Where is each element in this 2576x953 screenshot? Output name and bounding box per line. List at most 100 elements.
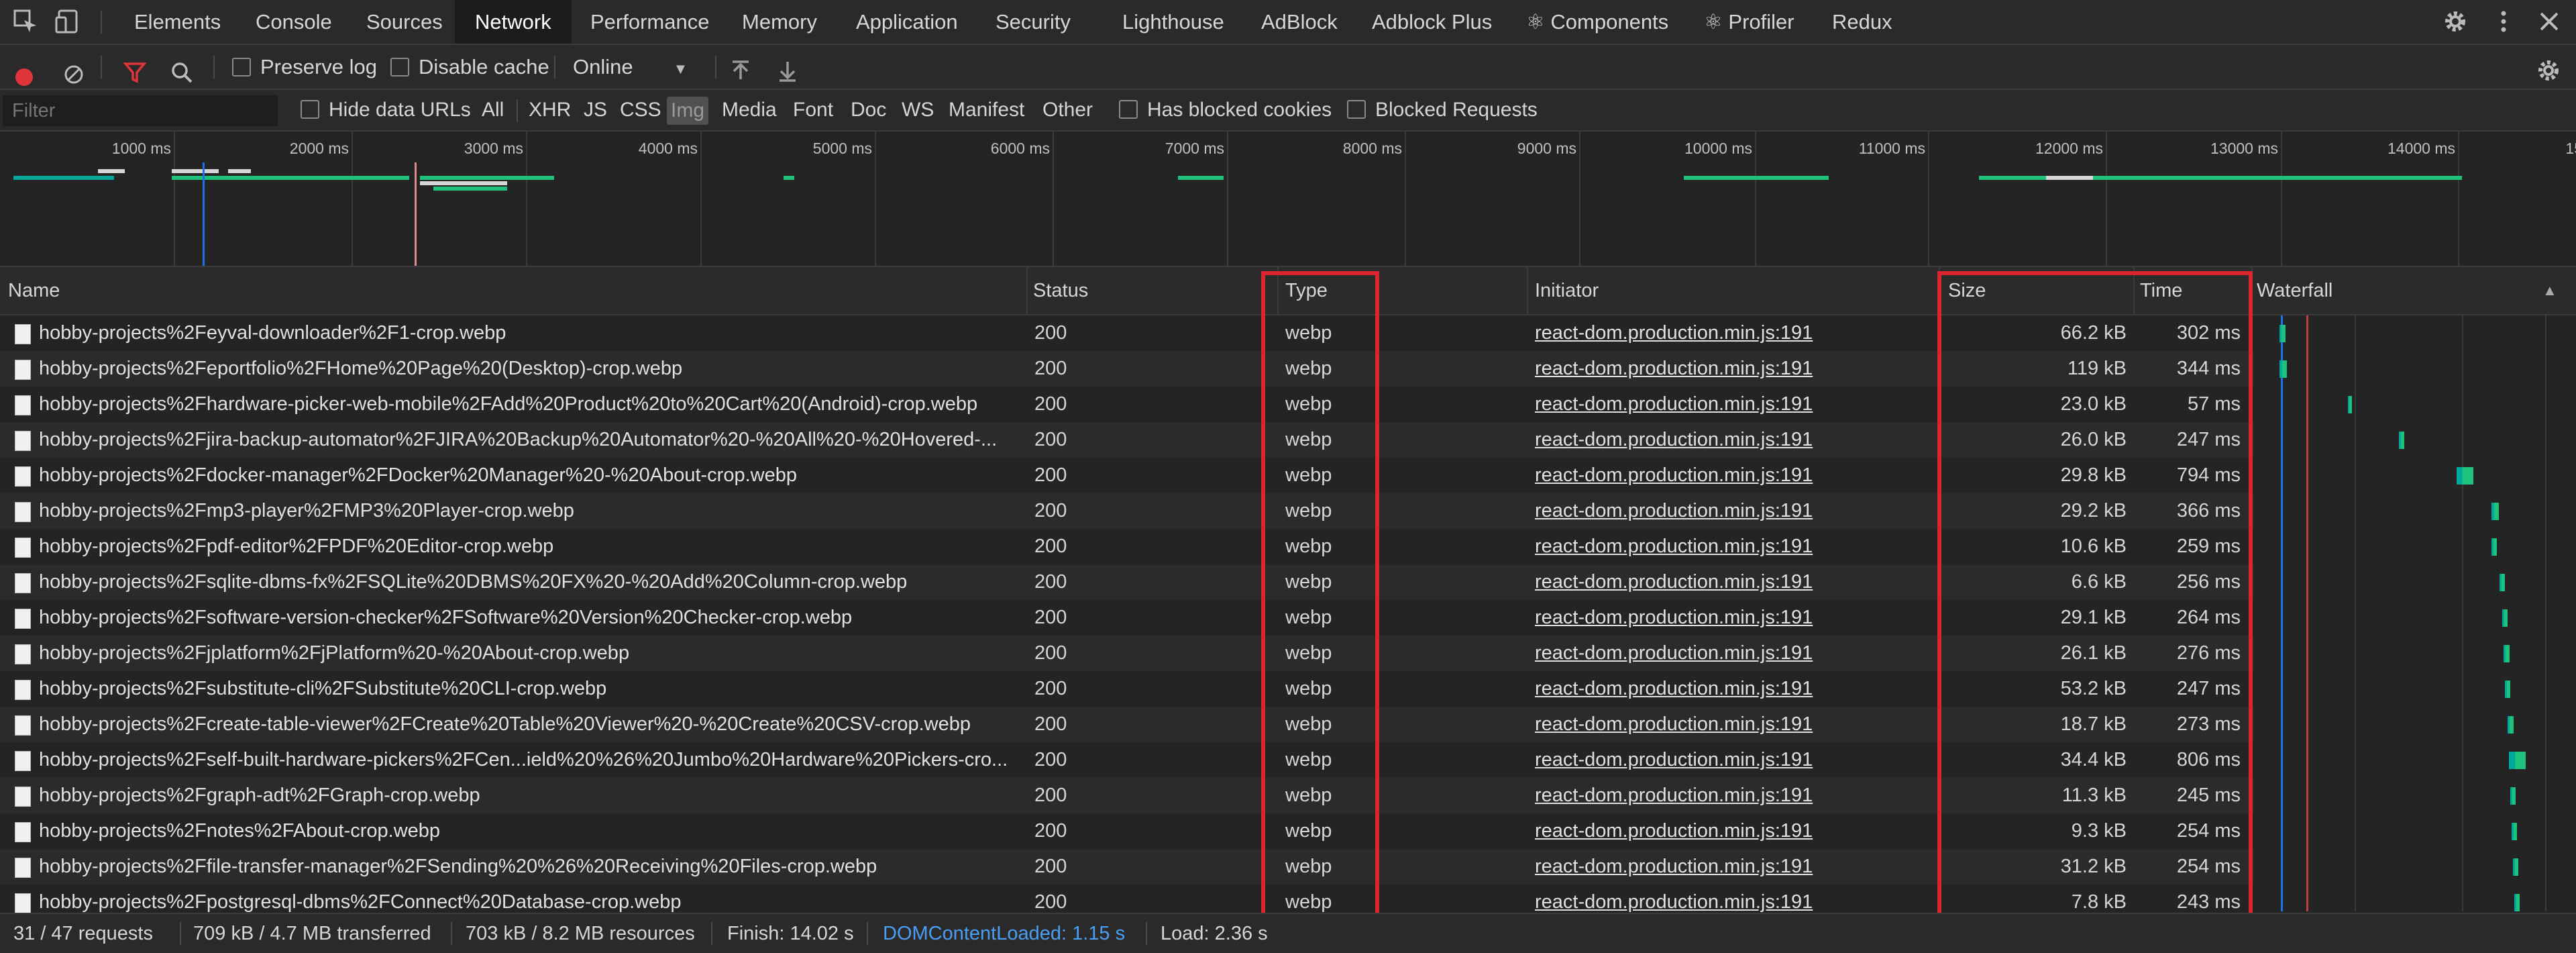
waterfall-bar[interactable] <box>2505 681 2510 698</box>
waterfall-bar[interactable] <box>2457 467 2473 485</box>
table-row[interactable]: hobby-projects%2Fsubstitute-cli%2FSubsti… <box>0 671 2254 707</box>
column-header-status[interactable]: Status <box>1033 267 1088 314</box>
table-row[interactable]: hobby-projects%2Fgraph-adt%2FGraph-crop.… <box>0 778 2254 813</box>
request-initiator-link[interactable]: react-dom.production.min.js:191 <box>1535 849 1830 885</box>
tab-memory[interactable]: Memory <box>742 0 817 44</box>
request-name[interactable]: hobby-projects%2Ffile-transfer-manager%2… <box>39 849 1018 885</box>
type-filter-all[interactable]: All <box>482 90 504 130</box>
waterfall-bar[interactable] <box>2279 325 2286 342</box>
table-row[interactable]: hobby-projects%2Fjplatform%2FjPlatform%2… <box>0 636 2254 671</box>
request-initiator-link[interactable]: react-dom.production.min.js:191 <box>1535 600 1830 636</box>
tab-sources[interactable]: Sources <box>366 0 443 44</box>
request-name[interactable]: hobby-projects%2Fnotes%2FAbout-crop.webp <box>39 813 1018 849</box>
network-settings-gear-icon[interactable] <box>2536 54 2561 81</box>
request-initiator-link[interactable]: react-dom.production.min.js:191 <box>1535 778 1830 813</box>
type-filter-font[interactable]: Font <box>793 90 833 130</box>
table-row[interactable]: hobby-projects%2Fpdf-editor%2FPDF%20Edit… <box>0 529 2254 564</box>
request-initiator-link[interactable]: react-dom.production.min.js:191 <box>1535 351 1830 387</box>
import-har-icon[interactable] <box>729 54 753 79</box>
request-initiator-link[interactable]: react-dom.production.min.js:191 <box>1535 458 1830 493</box>
type-filter-media[interactable]: Media <box>722 90 777 130</box>
filter-input[interactable] <box>3 95 278 126</box>
waterfall-bar[interactable] <box>2279 360 2287 378</box>
inspect-element-icon[interactable] <box>12 8 39 35</box>
tab-console[interactable]: Console <box>256 0 332 44</box>
table-row[interactable]: hobby-projects%2Fsqlite-dbms-fx%2FSQLite… <box>0 564 2254 600</box>
waterfall-bar[interactable] <box>2502 609 2508 627</box>
request-initiator-link[interactable]: react-dom.production.min.js:191 <box>1535 707 1830 742</box>
type-filter-other[interactable]: Other <box>1042 90 1093 130</box>
request-name[interactable]: hobby-projects%2Feportfolio%2FHome%20Pag… <box>39 351 1018 387</box>
request-initiator-link[interactable]: react-dom.production.min.js:191 <box>1535 529 1830 564</box>
request-name[interactable]: hobby-projects%2Fcreate-table-viewer%2FC… <box>39 707 1018 742</box>
request-initiator-link[interactable]: react-dom.production.min.js:191 <box>1535 671 1830 707</box>
table-row[interactable]: hobby-projects%2Fcreate-table-viewer%2FC… <box>0 707 2254 742</box>
type-filter-ws[interactable]: WS <box>902 90 934 130</box>
record-button[interactable] <box>15 58 34 86</box>
request-name[interactable]: hobby-projects%2Fsqlite-dbms-fx%2FSQLite… <box>39 564 1018 600</box>
sort-ascending-icon[interactable]: ▲ <box>2542 267 2557 314</box>
more-options-icon[interactable] <box>2490 8 2517 35</box>
tab-redux[interactable]: Redux <box>1832 0 1892 44</box>
request-name[interactable]: hobby-projects%2Fjira-backup-automator%2… <box>39 422 1018 458</box>
throttling-select[interactable]: Online ▼ <box>573 45 688 89</box>
export-har-icon[interactable] <box>775 54 800 82</box>
column-header-type[interactable]: Type <box>1285 267 1328 314</box>
column-header-waterfall[interactable]: Waterfall <box>2257 267 2332 314</box>
hide-data-urls-checkbox[interactable]: Hide data URLs <box>301 90 471 130</box>
tab-adblock[interactable]: AdBlock <box>1261 0 1338 44</box>
type-filter-img[interactable]: Img <box>667 97 709 125</box>
tab-performance[interactable]: Performance <box>590 0 709 44</box>
settings-gear-icon[interactable] <box>2442 8 2469 35</box>
table-row[interactable]: hobby-projects%2Fmp3-player%2FMP3%20Play… <box>0 493 2254 529</box>
waterfall-bar[interactable] <box>2491 503 2499 520</box>
request-name[interactable]: hobby-projects%2Fpdf-editor%2FPDF%20Edit… <box>39 529 1018 564</box>
request-initiator-link[interactable]: react-dom.production.min.js:191 <box>1535 564 1830 600</box>
preserve-log-checkbox[interactable]: Preserve log <box>232 45 377 89</box>
column-header-initiator[interactable]: Initiator <box>1535 267 1599 314</box>
table-row[interactable]: hobby-projects%2Fhardware-picker-web-mob… <box>0 387 2254 422</box>
request-name[interactable]: hobby-projects%2Fgraph-adt%2FGraph-crop.… <box>39 778 1018 813</box>
has-blocked-cookies-checkbox[interactable]: Has blocked cookies <box>1119 90 1332 130</box>
table-row[interactable]: hobby-projects%2Feportfolio%2FHome%20Pag… <box>0 351 2254 387</box>
waterfall-bar[interactable] <box>2510 787 2516 805</box>
request-name[interactable]: hobby-projects%2Fsubstitute-cli%2FSubsti… <box>39 671 1018 707</box>
waterfall-bar[interactable] <box>2513 858 2518 876</box>
request-name[interactable]: hobby-projects%2Feyval-downloader%2F1-cr… <box>39 315 1018 351</box>
type-filter-js[interactable]: JS <box>584 90 607 130</box>
tab-network[interactable]: Network <box>455 0 572 44</box>
tab-profiler[interactable]: ⚛ Profiler <box>1704 0 1794 44</box>
request-initiator-link[interactable]: react-dom.production.min.js:191 <box>1535 387 1830 422</box>
type-filter-manifest[interactable]: Manifest <box>949 90 1024 130</box>
filter-icon[interactable] <box>123 55 147 83</box>
tab-lighthouse[interactable]: Lighthouse <box>1122 0 1224 44</box>
waterfall-bar[interactable] <box>2399 432 2404 449</box>
tab-elements[interactable]: Elements <box>134 0 221 44</box>
table-row[interactable]: hobby-projects%2Fnotes%2FAbout-crop.webp… <box>0 813 2254 849</box>
waterfall-bar[interactable] <box>2509 752 2526 769</box>
close-devtools-icon[interactable] <box>2536 8 2563 35</box>
table-row[interactable]: hobby-projects%2Fjira-backup-automator%2… <box>0 422 2254 458</box>
disable-cache-checkbox[interactable]: Disable cache <box>390 45 549 89</box>
tab-components[interactable]: ⚛ Components <box>1526 0 1668 44</box>
type-filter-xhr[interactable]: XHR <box>529 90 571 130</box>
table-row[interactable]: hobby-projects%2Fself-built-hardware-pic… <box>0 742 2254 778</box>
waterfall-bar[interactable] <box>2514 894 2520 911</box>
request-initiator-link[interactable]: react-dom.production.min.js:191 <box>1535 742 1830 778</box>
waterfall-bar[interactable] <box>2504 645 2510 662</box>
request-name[interactable]: hobby-projects%2Fdocker-manager%2FDocker… <box>39 458 1018 493</box>
table-row[interactable]: hobby-projects%2Ffile-transfer-manager%2… <box>0 849 2254 885</box>
request-name[interactable]: hobby-projects%2Fmp3-player%2FMP3%20Play… <box>39 493 1018 529</box>
waterfall-bar[interactable] <box>2512 823 2517 840</box>
request-name[interactable]: hobby-projects%2Fself-built-hardware-pic… <box>39 742 1018 778</box>
tab-security[interactable]: Security <box>996 0 1071 44</box>
request-name[interactable]: hobby-projects%2Fjplatform%2FjPlatform%2… <box>39 636 1018 671</box>
request-initiator-link[interactable]: react-dom.production.min.js:191 <box>1535 636 1830 671</box>
waterfall-bar[interactable] <box>2491 538 2497 556</box>
waterfall-bar[interactable] <box>2508 716 2514 734</box>
type-filter-css[interactable]: CSS <box>620 90 661 130</box>
type-filter-doc[interactable]: Doc <box>851 90 886 130</box>
table-row[interactable]: hobby-projects%2Feyval-downloader%2F1-cr… <box>0 315 2254 351</box>
tab-application[interactable]: Application <box>856 0 958 44</box>
table-row[interactable]: hobby-projects%2Fsoftware-version-checke… <box>0 600 2254 636</box>
